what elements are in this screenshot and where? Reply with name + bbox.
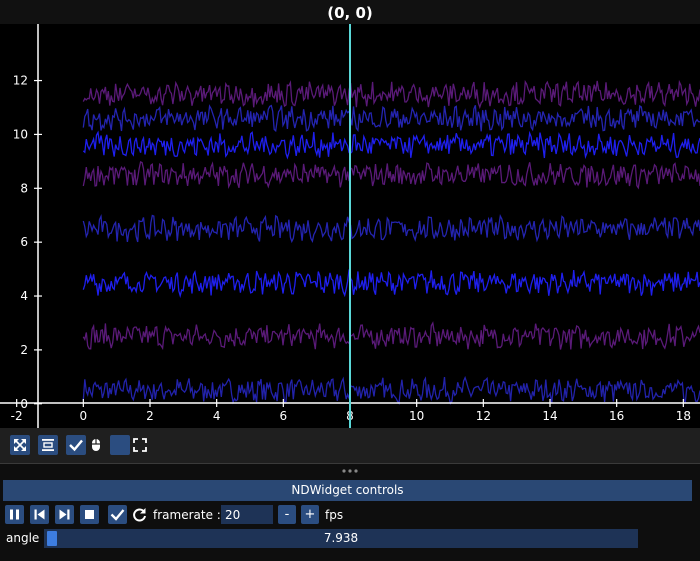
x-tick-label: 2 xyxy=(146,409,154,423)
series-line-1 xyxy=(82,321,700,351)
x-tick-label: -2 xyxy=(11,409,23,423)
y-tick-label: 2 xyxy=(20,343,28,357)
plot-title: (0, 0) xyxy=(0,0,700,24)
autoscale-button[interactable] xyxy=(10,435,30,455)
x-tick-label: 0 xyxy=(80,409,88,423)
fullscreen-icon xyxy=(133,438,147,452)
series-layer xyxy=(82,79,700,406)
step-forward-button[interactable] xyxy=(55,505,74,524)
controls-header[interactable]: NDWidget controls xyxy=(3,480,692,501)
skip-back-icon xyxy=(34,509,45,520)
x-tick-label: 6 xyxy=(280,409,288,423)
loop-checkbox[interactable] xyxy=(108,505,127,524)
plot-area[interactable]: (0, 0) -2024681012141618024681012 xyxy=(0,0,700,428)
x-tick-label: 4 xyxy=(213,409,221,423)
pause-button[interactable] xyxy=(5,505,24,524)
x-tick-label: 16 xyxy=(609,409,624,423)
series-line-2 xyxy=(82,269,700,299)
mouse-icon xyxy=(92,439,100,451)
skip-forward-icon xyxy=(59,509,70,520)
angle-value: 7.938 xyxy=(323,531,359,545)
framerate-label: framerate : xyxy=(153,508,221,522)
maintain-aspect-checkbox[interactable] xyxy=(66,435,86,455)
series-line-4 xyxy=(82,160,700,190)
series-line-7 xyxy=(82,79,700,110)
center-button[interactable] xyxy=(38,435,58,455)
reset-button[interactable] xyxy=(130,505,149,524)
y-tick-label: 4 xyxy=(20,289,28,303)
plot-toolbar xyxy=(0,428,700,463)
y-tick-label: 8 xyxy=(20,181,28,195)
y-tick-label: 10 xyxy=(13,127,28,141)
series-line-6 xyxy=(82,104,700,133)
x-tick-label: 14 xyxy=(542,409,557,423)
x-tick-label: 18 xyxy=(676,409,691,423)
stop-icon xyxy=(85,510,94,519)
x-tick-label: 12 xyxy=(476,409,491,423)
angle-label: angle xyxy=(6,531,40,545)
fullscreen-button[interactable] xyxy=(130,435,150,455)
y-tick-label: 6 xyxy=(20,235,28,249)
framerate-increment-button[interactable]: + xyxy=(301,505,319,524)
framerate-input[interactable] xyxy=(221,505,273,524)
step-back-button[interactable] xyxy=(30,505,49,524)
angle-slider[interactable]: 7.938 xyxy=(44,529,638,548)
checkmark-icon xyxy=(69,439,83,452)
align-center-icon xyxy=(42,439,54,451)
checkmark-icon xyxy=(110,509,125,521)
expand-icon xyxy=(14,439,26,451)
y-tick-label: 0 xyxy=(20,397,28,411)
blank-toggle[interactable] xyxy=(110,435,130,455)
stop-button[interactable] xyxy=(80,505,99,524)
controls-panel: NDWidget controls framerate : 20 - + fps… xyxy=(0,463,700,561)
series-line-3 xyxy=(82,214,700,244)
pause-icon xyxy=(10,509,19,520)
mouse-toggle-button[interactable] xyxy=(86,435,106,455)
framerate-decrement-button[interactable]: - xyxy=(278,505,296,524)
drag-grip-icon[interactable] xyxy=(340,468,360,474)
line-chart[interactable]: -2024681012141618024681012 xyxy=(0,24,700,428)
refresh-icon xyxy=(133,508,146,522)
series-line-5 xyxy=(82,130,700,160)
y-tick-label: 12 xyxy=(13,74,28,88)
fps-label: fps xyxy=(325,508,344,522)
series-line-0 xyxy=(82,375,700,406)
x-tick-label: 10 xyxy=(409,409,424,423)
